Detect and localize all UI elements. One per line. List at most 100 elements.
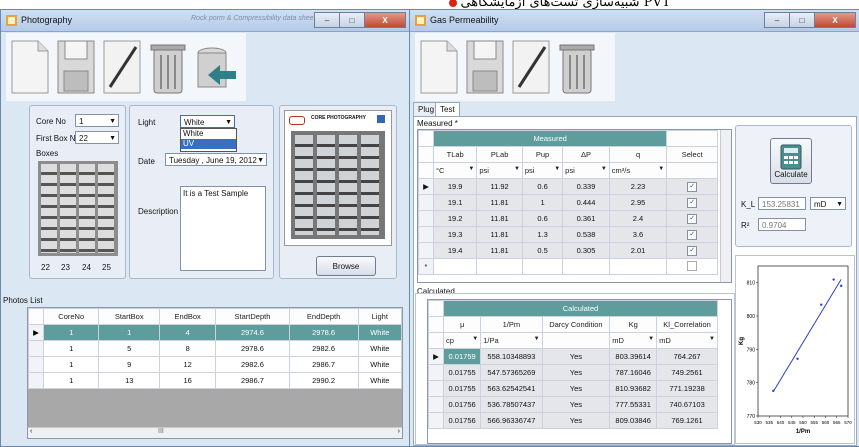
table-row[interactable]: 1 9 12 2982.6 2986.7 White <box>28 356 402 373</box>
unit-select[interactable]: 1/Pa ▼ <box>480 332 543 349</box>
vertical-scrollbar[interactable] <box>720 130 731 282</box>
table-row[interactable]: 19.1 11.81 1 0.444 2.95 ✓ <box>418 194 718 211</box>
scroll-left-icon[interactable]: ‹ <box>30 428 32 435</box>
unit-select[interactable]: psi ▼ <box>521 162 564 179</box>
select-cell[interactable]: ✓ <box>666 194 718 211</box>
table-cell[interactable]: 19.1 <box>432 194 478 211</box>
row-header[interactable] <box>28 340 44 357</box>
unit-select[interactable]: psi ▼ <box>476 162 523 179</box>
select-cell[interactable]: ✓ <box>666 226 718 243</box>
table-row[interactable]: 19.3 11.81 1.3 0.538 3.6 ✓ <box>418 226 718 243</box>
table-cell[interactable]: 1.3 <box>521 226 564 243</box>
table-cell[interactable]: 2.23 <box>608 178 668 195</box>
unit-select[interactable]: °C ▼ <box>432 162 478 179</box>
table-cell[interactable]: 11.81 <box>476 242 523 259</box>
table-cell[interactable]: 0.538 <box>562 226 610 243</box>
table-cell[interactable]: 0.339 <box>562 178 610 195</box>
maximize-button[interactable]: □ <box>789 12 815 28</box>
row-header[interactable] <box>428 412 444 429</box>
edit-icon[interactable] <box>511 39 551 95</box>
table-cell[interactable] <box>608 258 668 275</box>
light-option-white[interactable]: White <box>181 129 236 139</box>
minimize-button[interactable]: – <box>314 12 340 28</box>
table-row[interactable]: ▶ 19.9 11.92 0.6 0.339 2.23 ✓ <box>418 178 718 195</box>
scroll-thumb[interactable]: III <box>158 428 164 435</box>
row-header[interactable]: * <box>418 258 434 275</box>
table-cell[interactable]: 0.6 <box>521 178 564 195</box>
import-icon[interactable] <box>196 45 240 97</box>
first-box-select[interactable]: 22 ▼ <box>75 131 119 144</box>
select-checkbox[interactable] <box>687 260 698 271</box>
edit-icon[interactable] <box>102 39 142 95</box>
table-cell[interactable]: 11.81 <box>476 210 523 227</box>
table-row[interactable]: 19.2 11.81 0.6 0.361 2.4 ✓ <box>418 210 718 227</box>
table-cell[interactable] <box>432 258 478 275</box>
scroll-right-icon[interactable]: › <box>398 428 400 435</box>
table-cell[interactable]: 2.01 <box>608 242 668 259</box>
unit-select[interactable]: mD ▼ <box>609 332 658 349</box>
table-cell[interactable]: 19.2 <box>432 210 478 227</box>
table-cell[interactable]: 0.361 <box>562 210 610 227</box>
light-option-uv[interactable]: UV <box>181 139 236 149</box>
table-cell[interactable]: 19.9 <box>432 178 478 195</box>
row-header[interactable] <box>418 194 434 211</box>
table-cell[interactable]: 11.92 <box>476 178 523 195</box>
table-row[interactable]: 1 13 16 2986.7 2990.2 White <box>28 372 402 389</box>
new-file-icon[interactable] <box>419 39 459 95</box>
column-header[interactable]: StartBox <box>98 308 161 325</box>
table-cell[interactable]: 2.4 <box>608 210 668 227</box>
table-row[interactable]: ▶ 0.01759 558.10348893 Yes 803.39614 764.267 <box>428 348 718 365</box>
table-cell[interactable] <box>562 258 610 275</box>
row-header[interactable] <box>28 356 44 373</box>
row-header[interactable] <box>418 210 434 227</box>
core-no-select[interactable]: 1 ▼ <box>75 114 119 127</box>
browse-button[interactable]: Browse <box>316 256 376 276</box>
select-checkbox[interactable]: ✓ <box>687 246 698 256</box>
table-row[interactable]: 1 5 8 2978.6 2982.6 White <box>28 340 402 357</box>
unit-select[interactable]: psi ▼ <box>562 162 610 179</box>
close-button[interactable]: X <box>364 12 406 28</box>
table-cell[interactable] <box>521 258 564 275</box>
close-button[interactable]: X <box>814 12 856 28</box>
table-cell[interactable]: 19.3 <box>432 226 478 243</box>
description-textarea[interactable]: It is a Test Sample <box>180 186 266 271</box>
row-header[interactable] <box>418 226 434 243</box>
table-cell[interactable]: 19.4 <box>432 242 478 259</box>
table-cell[interactable]: 3.6 <box>608 226 668 243</box>
row-header[interactable] <box>428 396 444 413</box>
select-cell[interactable]: ✓ <box>666 178 718 195</box>
unit-select[interactable]: cm³/s ▼ <box>608 162 668 179</box>
select-checkbox[interactable]: ✓ <box>687 198 698 208</box>
table-row[interactable]: 0.01756 566.96336747 Yes 809.03846 769.1261 <box>428 412 718 429</box>
table-row[interactable]: ▶ 1 1 4 2974.6 2978.6 White <box>28 324 402 341</box>
column-header[interactable]: EndDepth <box>288 308 359 325</box>
horizontal-scrollbar[interactable]: ‹ III › <box>28 427 402 438</box>
delete-icon[interactable] <box>557 39 597 95</box>
minimize-button[interactable]: – <box>764 12 790 28</box>
new-row[interactable]: * <box>418 258 718 275</box>
kl-unit-select[interactable]: mD ▼ <box>810 197 846 210</box>
select-cell[interactable]: ✓ <box>666 210 718 227</box>
select-checkbox[interactable]: ✓ <box>687 182 698 192</box>
row-header[interactable]: ▶ <box>428 348 444 365</box>
r2-field[interactable]: 0.9704 <box>758 218 806 231</box>
table-cell[interactable]: 2.95 <box>608 194 668 211</box>
row-header[interactable]: ▶ <box>418 178 434 195</box>
row-header[interactable] <box>28 372 44 389</box>
column-header[interactable]: CoreNo <box>42 308 100 325</box>
table-row[interactable]: 0.01755 563.62542541 Yes 810.93682 771.19238 <box>428 380 718 397</box>
date-picker[interactable]: Tuesday , June 19, 2012 ▼ <box>165 153 267 166</box>
table-row[interactable]: 0.01755 547.57365269 Yes 787.16046 749.2561 <box>428 364 718 381</box>
save-icon[interactable] <box>465 39 505 95</box>
select-checkbox[interactable]: ✓ <box>687 230 698 240</box>
select-cell[interactable]: ✓ <box>666 242 718 259</box>
column-header[interactable]: StartDepth <box>215 308 290 325</box>
table-cell[interactable]: 0.6 <box>521 210 564 227</box>
calculate-button[interactable]: Calculate <box>770 138 812 184</box>
row-header[interactable]: ▶ <box>28 324 44 341</box>
table-cell[interactable]: 0.305 <box>562 242 610 259</box>
row-header[interactable] <box>418 242 434 259</box>
column-header[interactable]: Light <box>357 308 402 325</box>
delete-icon[interactable] <box>148 39 188 95</box>
kl-field[interactable]: 153.25831 <box>758 197 806 210</box>
